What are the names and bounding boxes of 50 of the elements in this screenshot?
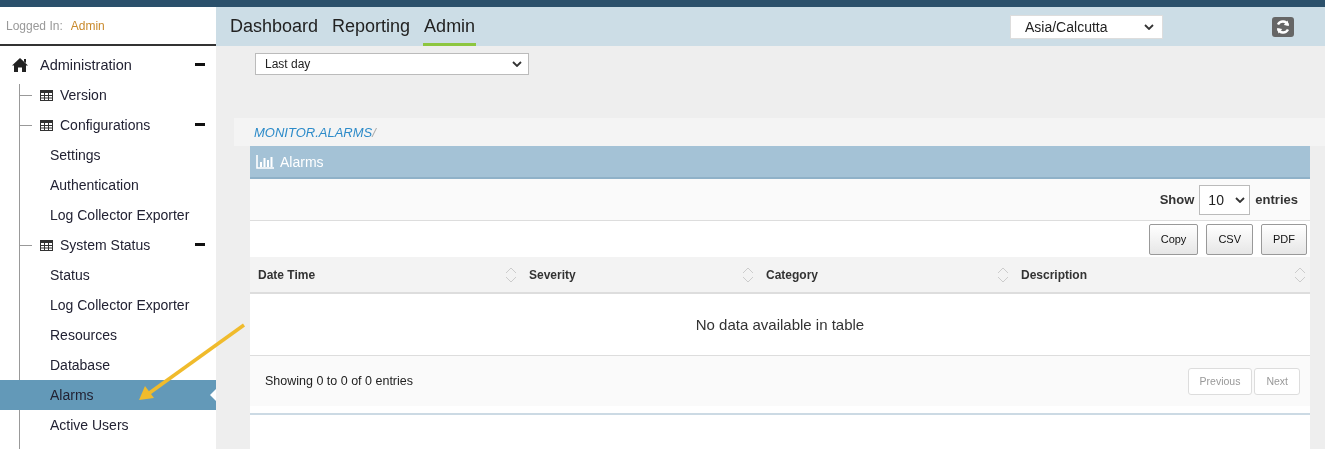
- export-button[interactable]: PDF: [1261, 223, 1307, 255]
- sidebar-item[interactable]: Active Users: [0, 410, 216, 440]
- sidebar-item[interactable]: System Status: [0, 230, 216, 260]
- entries-label: entries: [1255, 192, 1298, 207]
- home-icon: [11, 57, 29, 73]
- sidebar-item[interactable]: Database: [0, 350, 216, 380]
- nav-tab[interactable]: Reporting: [331, 7, 412, 46]
- sort-icon: [742, 265, 754, 284]
- entries-select[interactable]: 10: [1199, 184, 1251, 215]
- entries-info: Showing 0 to 0 of 0 entries: [265, 374, 413, 388]
- sidebar-item[interactable]: Status: [0, 260, 216, 290]
- sidebar-item[interactable]: Log Collector Exporter: [0, 290, 216, 320]
- sort-icon: [997, 265, 1009, 284]
- sidebar-item[interactable]: Version: [0, 80, 216, 110]
- user-name: Admin: [70, 18, 105, 33]
- sort-icon: [505, 265, 517, 284]
- chevron-down-icon: [1235, 196, 1246, 203]
- chevron-down-icon: [512, 61, 522, 67]
- empty-message: No data available in table: [695, 316, 865, 333]
- chevron-down-icon: [1144, 23, 1154, 30]
- table-icon: [40, 89, 53, 101]
- refresh-button[interactable]: [1272, 16, 1294, 37]
- table-icon: [40, 239, 53, 251]
- collapse-icon[interactable]: [195, 243, 205, 246]
- show-label: Show: [1159, 192, 1195, 207]
- sidebar-item[interactable]: Settings: [0, 140, 216, 170]
- timezone-select[interactable]: Asia/Calcutta: [1010, 14, 1163, 39]
- nav-tab[interactable]: Admin: [423, 7, 477, 46]
- sidebar-item[interactable]: Alarms: [0, 380, 216, 410]
- column-header[interactable]: Severity: [521, 257, 758, 292]
- sidebar-item[interactable]: Log Collector Exporter: [0, 200, 216, 230]
- column-header[interactable]: Date Time: [250, 257, 521, 292]
- table-icon: [40, 119, 53, 131]
- sidebar-item[interactable]: Authentication: [0, 170, 216, 200]
- nav-tab[interactable]: Dashboard: [229, 7, 320, 46]
- panel-title: Alarms: [280, 153, 324, 170]
- sidebar-item[interactable]: Configurations: [0, 110, 216, 140]
- range-select[interactable]: Last day: [255, 53, 529, 75]
- export-button[interactable]: CSV: [1206, 223, 1253, 255]
- column-header[interactable]: Category: [758, 257, 1013, 292]
- logged-in-label: Logged In:: [6, 18, 63, 33]
- sort-icon: [1294, 265, 1306, 284]
- collapse-icon[interactable]: [195, 123, 205, 126]
- sidebar-item[interactable]: Resources: [0, 320, 216, 350]
- bar-chart-icon: [256, 154, 274, 169]
- breadcrumb-separator: /: [372, 124, 376, 140]
- column-header[interactable]: Description: [1013, 257, 1310, 292]
- export-button[interactable]: Copy: [1148, 223, 1199, 255]
- collapse-icon[interactable]: [195, 63, 205, 66]
- sidebar-item[interactable]: Administration: [0, 50, 216, 80]
